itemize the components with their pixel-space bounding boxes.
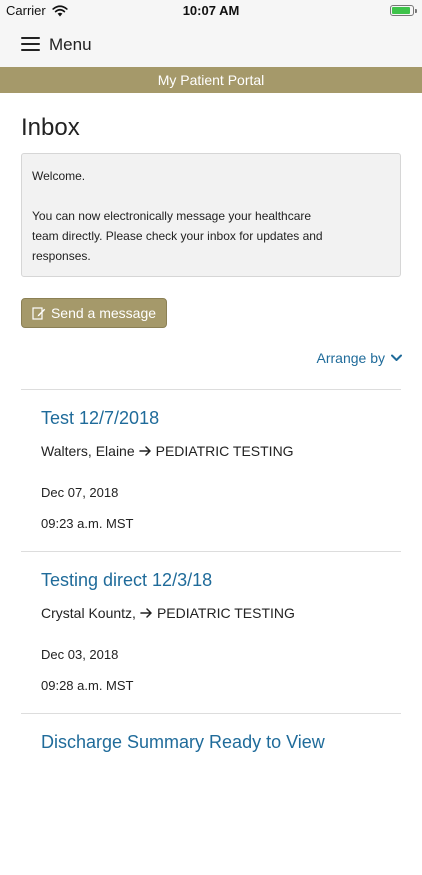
portal-title-bar: My Patient Portal [0,67,422,93]
chevron-down-icon [391,354,402,361]
message-item[interactable]: Discharge Summary Ready to View [21,713,401,875]
message-subject[interactable]: Test 12/7/2018 [41,408,159,429]
menu-button-label[interactable]: Menu [49,35,92,55]
status-time: 10:07 AM [182,3,240,18]
app-header: Menu [0,22,422,67]
message-route: Crystal Kountz, PEDIATRIC TESTING [41,605,295,621]
welcome-body: You can now electronically message your … [32,209,323,263]
hamburger-menu-icon[interactable] [21,37,40,51]
message-date: Dec 03, 2018 [41,647,119,662]
compose-icon [32,307,46,320]
status-bar: Carrier 10:07 AM [0,0,422,22]
message-time: 09:23 a.m. MST [41,516,134,531]
arrange-by-label: Arrange by [316,350,385,366]
message-list: Test 12/7/2018 Walters, Elaine PEDIATRIC… [21,389,401,875]
arrow-right-icon [140,608,152,618]
message-date: Dec 07, 2018 [41,485,119,500]
message-time: 09:28 a.m. MST [41,678,134,693]
arrange-by-dropdown[interactable]: Arrange by [317,350,402,366]
welcome-notice: Welcome. You can now electronically mess… [21,153,401,277]
message-recipient: PEDIATRIC TESTING [156,605,295,621]
battery-icon [390,5,417,16]
message-recipient: PEDIATRIC TESTING [155,443,294,459]
send-message-button[interactable]: Send a message [21,298,167,328]
message-subject[interactable]: Testing direct 12/3/18 [41,570,212,591]
welcome-greeting: Welcome. [32,169,86,183]
message-item[interactable]: Test 12/7/2018 Walters, Elaine PEDIATRIC… [21,389,401,551]
send-message-label: Send a message [50,305,157,321]
page-title: Inbox [21,114,80,141]
arrow-right-icon [138,446,151,456]
message-sender: Crystal Kountz, [41,605,136,621]
message-sender: Walters, Elaine [41,443,135,459]
message-item[interactable]: Testing direct 12/3/18 Crystal Kountz, P… [21,551,401,713]
message-route: Walters, Elaine PEDIATRIC TESTING [41,443,294,459]
